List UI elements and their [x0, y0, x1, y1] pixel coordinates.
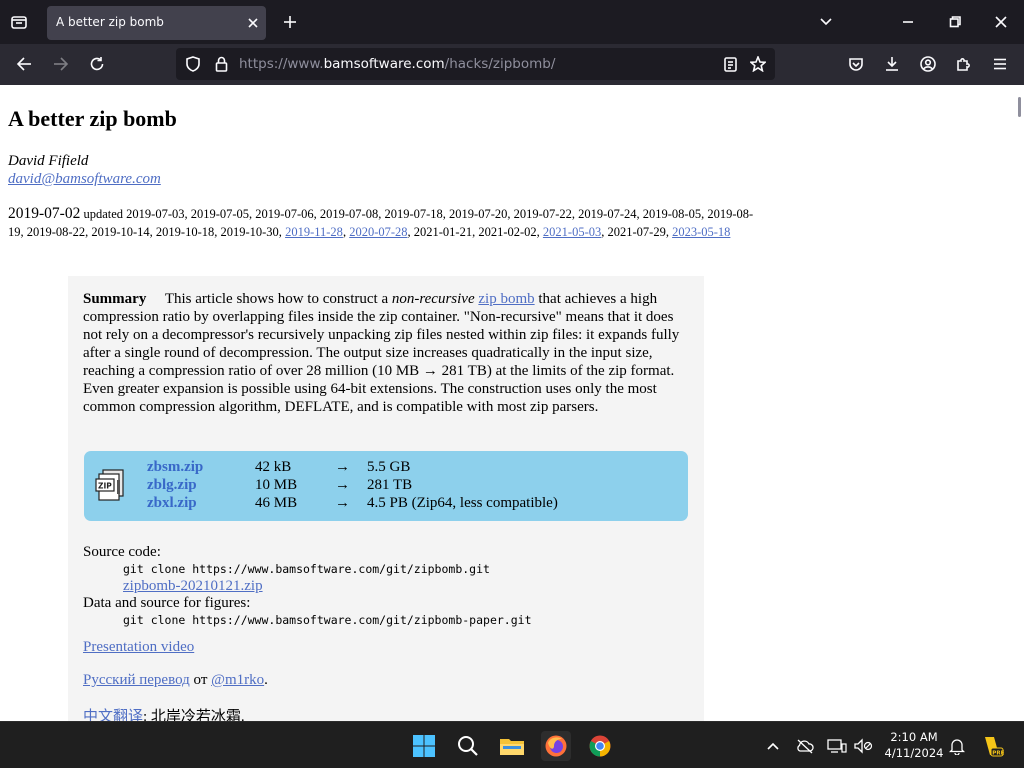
- windows-start-icon[interactable]: [409, 731, 439, 761]
- restore-icon[interactable]: [945, 12, 965, 32]
- chinese-rest: : 北岸冷若冰霜.: [143, 709, 245, 721]
- shield-icon[interactable]: [184, 55, 202, 73]
- zip-file-icon: ZIP: [94, 468, 128, 502]
- date-link[interactable]: 2020-07-28: [349, 225, 407, 239]
- chinese-translation-link[interactable]: 中文翻译: [83, 709, 143, 721]
- summary-paragraph: Summary This article shows how to constr…: [83, 290, 688, 416]
- url-path: /hacks/zipbomb/: [444, 56, 556, 72]
- download-link[interactable]: zbxl.zip: [147, 495, 197, 512]
- scrollbar-thumb[interactable]: [1018, 97, 1021, 117]
- list-all-tabs-icon[interactable]: [8, 12, 30, 32]
- scrollbar[interactable]: [1016, 85, 1024, 721]
- arrow-icon: →: [335, 477, 350, 493]
- tab-close-icon[interactable]: [244, 14, 262, 32]
- presentation-video-link[interactable]: Presentation video: [83, 639, 194, 655]
- dates-plain-2: , 2021-01-21, 2021-02-02,: [407, 225, 540, 239]
- search-icon[interactable]: [453, 731, 483, 761]
- summary-box: Summary This article shows how to constr…: [68, 276, 704, 721]
- bookmark-star-icon[interactable]: [749, 55, 767, 73]
- date-link[interactable]: 2023-05-18: [672, 225, 730, 239]
- arrow-icon: →: [335, 495, 350, 511]
- cloud-offline-icon[interactable]: [790, 731, 820, 761]
- zip-bomb-link[interactable]: zip bomb: [478, 291, 534, 307]
- forward-icon: [50, 54, 72, 74]
- file-explorer-icon[interactable]: [497, 731, 527, 761]
- download-box: ZIP zbsm.zip 42 kB → 5.5 GB zblg.zip 10 …: [84, 451, 688, 521]
- updated-label: updated: [83, 207, 124, 221]
- page-title: A better zip bomb: [8, 106, 177, 131]
- lock-icon[interactable]: [212, 55, 230, 73]
- minimize-icon[interactable]: [898, 12, 918, 32]
- summary-emphasis: non-recursive: [391, 291, 475, 307]
- clock-date: 4/11/2024: [884, 746, 944, 760]
- arrow-icon: →: [335, 459, 350, 475]
- figures-label: Data and source for figures:: [83, 595, 251, 611]
- summary-text-2: that achieves a high compression ratio b…: [83, 291, 680, 415]
- reader-view-icon[interactable]: [721, 55, 739, 73]
- russian-from: от: [193, 672, 208, 688]
- notification-bell-icon[interactable]: [942, 731, 972, 761]
- summary-label: Summary: [83, 291, 147, 307]
- back-icon[interactable]: [13, 54, 35, 74]
- url-host: bamsoftware.com: [323, 56, 445, 72]
- svg-text:PRE: PRE: [992, 751, 1004, 757]
- url-bar[interactable]: https://www.bamsoftware.com/hacks/zipbom…: [176, 48, 775, 80]
- tab-bar: A better zip bomb: [0, 0, 1024, 44]
- source-zip-link[interactable]: zipbomb-20210121.zip: [83, 578, 263, 594]
- account-icon[interactable]: [917, 54, 939, 74]
- taskbar: 2:10 AM 4/11/2024 PRE: [0, 721, 1024, 768]
- navigation-toolbar: https://www.bamsoftware.com/hacks/zipbom…: [0, 44, 1024, 85]
- download-size: 42 kB: [255, 459, 292, 475]
- close-window-icon[interactable]: [991, 12, 1011, 32]
- dates-plain-3: , 2021-07-29,: [601, 225, 669, 239]
- reload-icon[interactable]: [86, 54, 108, 74]
- russian-paragraph: Русский перевод от @m1rko.: [83, 672, 268, 688]
- download-link[interactable]: zbsm.zip: [147, 459, 203, 476]
- chevron-down-icon[interactable]: [816, 12, 836, 32]
- dates-line: 2019-07-02 updated 2019-07-03, 2019-07-0…: [8, 205, 754, 239]
- pocket-icon[interactable]: [845, 54, 867, 74]
- volume-muted-icon[interactable]: [848, 731, 878, 761]
- video-paragraph: Presentation video: [83, 639, 194, 656]
- source-section: Source code: git clone https://www.bamso…: [83, 544, 683, 629]
- source-label: Source code:: [83, 544, 161, 560]
- tab-active[interactable]: A better zip bomb: [47, 6, 266, 40]
- date-main: 2019-07-02: [8, 205, 81, 222]
- date-link[interactable]: 2021-05-03: [543, 225, 601, 239]
- download-size: 46 MB: [255, 495, 298, 511]
- chrome-icon[interactable]: [585, 731, 615, 761]
- download-size: 10 MB: [255, 477, 298, 493]
- new-tab-icon[interactable]: [280, 12, 300, 32]
- figures-clone-command: git clone https://www.bamsoftware.com/gi…: [123, 613, 532, 627]
- russian-author-link[interactable]: @m1rko: [211, 672, 264, 688]
- url-text[interactable]: https://www.bamsoftware.com/hacks/zipbom…: [239, 56, 555, 72]
- date-link[interactable]: 2019-11-28: [285, 225, 343, 239]
- output-size: 281 TB: [367, 477, 413, 493]
- svg-text:ZIP: ZIP: [98, 482, 112, 491]
- author-name: David Fifield: [8, 153, 89, 169]
- output-size: 4.5 PB (Zip64, less compatible): [367, 495, 558, 511]
- author-email-link[interactable]: david@bamsoftware.com: [8, 171, 161, 188]
- firefox-icon[interactable]: [541, 731, 571, 761]
- output-size: 5.5 GB: [367, 459, 411, 475]
- summary-text-1: This article shows how to construct a: [164, 291, 389, 307]
- clock-time: 2:10 AM: [890, 730, 938, 744]
- page-viewport[interactable]: A better zip bomb David Fifield david@ba…: [0, 85, 1024, 721]
- tab-title: A better zip bomb: [56, 15, 164, 29]
- taskbar-clock[interactable]: 2:10 AM 4/11/2024: [884, 729, 944, 761]
- show-hidden-icons-chevron-icon[interactable]: [758, 731, 788, 761]
- copilot-preview-icon[interactable]: PRE: [977, 731, 1007, 761]
- source-clone-command: git clone https://www.bamsoftware.com/gi…: [123, 562, 490, 576]
- download-link[interactable]: zblg.zip: [147, 477, 197, 494]
- russian-translation-link[interactable]: Русский перевод: [83, 672, 190, 688]
- extensions-icon[interactable]: [953, 54, 975, 74]
- downloads-icon[interactable]: [881, 54, 903, 74]
- chinese-paragraph: 中文翻译: 北岸冷若冰霜.: [83, 705, 245, 721]
- menu-icon[interactable]: [989, 54, 1011, 74]
- url-prefix: https://www.: [239, 56, 324, 72]
